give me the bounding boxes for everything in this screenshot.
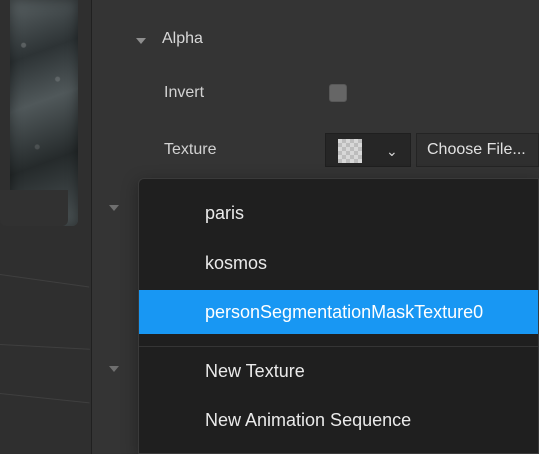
alpha-section-header[interactable]: Alpha [92,24,539,58]
chevron-down-icon[interactable]: ⌄ [386,144,398,158]
texture-selector[interactable]: ⌄ [325,133,411,167]
section-title: Alpha [162,30,203,47]
menu-divider [139,346,538,347]
chevron-down-icon[interactable] [109,366,119,372]
checkerboard-icon [338,139,362,163]
menu-item-new-animation-sequence[interactable]: New Animation Sequence [139,398,538,442]
menu-item-person-segmentation-mask-texture[interactable]: personSegmentationMaskTexture0 [139,290,538,334]
inspector-stage: Alpha Invert Texture ⌄ Choose File... pa… [0,0,539,454]
background-divider [0,274,90,288]
menu-item-new-texture[interactable]: New Texture [139,349,538,393]
texture-row: Texture ⌄ Choose File... [92,133,539,167]
menu-item-kosmos[interactable]: kosmos [139,241,538,285]
texture-dropdown-menu: paris kosmos personSegmentationMaskTextu… [138,178,539,454]
choose-file-button[interactable]: Choose File... [416,133,539,167]
texture-label: Texture [164,141,217,158]
invert-label: Invert [164,84,205,101]
chevron-down-icon[interactable] [136,38,146,44]
preview-footer [0,190,68,226]
background-divider [0,344,90,350]
invert-checkbox[interactable] [329,84,347,102]
menu-item-paris[interactable]: paris [139,191,538,235]
preview-column [0,0,92,454]
chevron-down-icon[interactable] [109,205,119,211]
invert-row: Invert [92,76,539,110]
background-divider [0,393,90,404]
